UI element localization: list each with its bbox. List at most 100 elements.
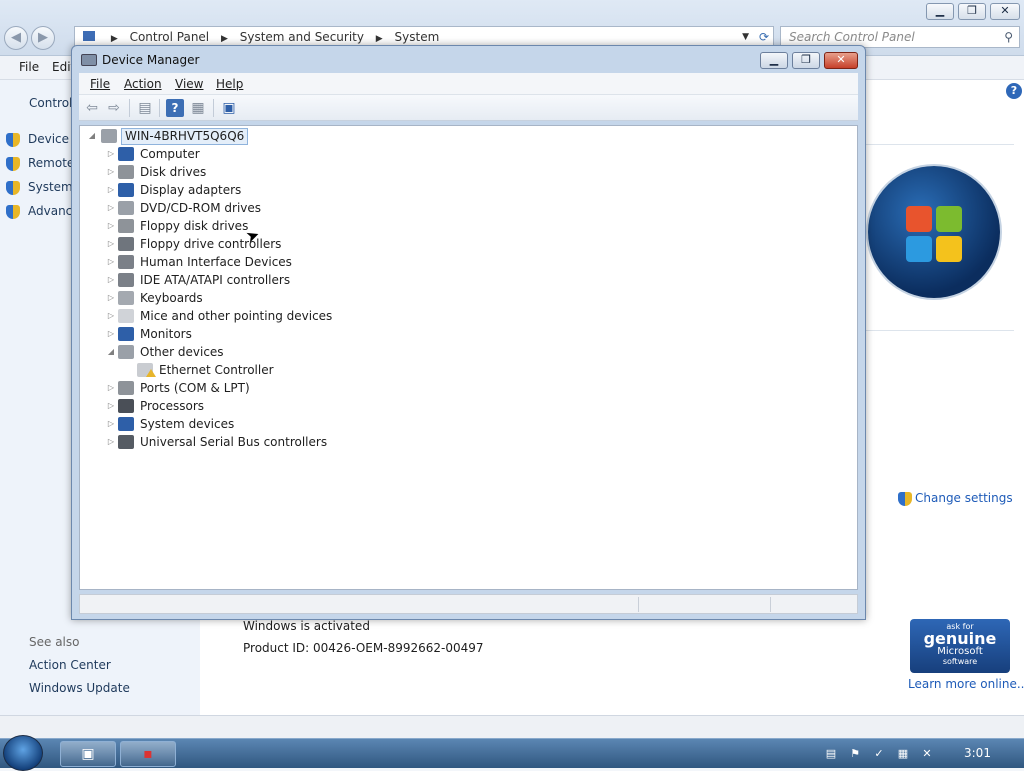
monitor-icon xyxy=(118,327,134,341)
tree-item-label: Mice and other pointing devices xyxy=(140,309,333,323)
system-device-icon xyxy=(118,417,134,431)
learn-more-link[interactable]: Learn more online... xyxy=(908,677,1024,691)
breadcrumb-system-security[interactable]: System and Security xyxy=(240,30,364,44)
tree-category[interactable]: ▷ Monitors xyxy=(106,325,406,343)
properties-icon[interactable]: ▦ xyxy=(189,99,207,117)
minimize-button[interactable]: ▁ xyxy=(926,3,954,20)
minimize-button[interactable]: ▁ xyxy=(760,52,788,69)
tree-category[interactable]: ▷ System devices xyxy=(106,415,406,433)
sidebar-item-advanced[interactable]: Advanc xyxy=(6,204,72,219)
scan-hardware-icon[interactable]: ▣ xyxy=(220,99,238,117)
expand-arrow-icon[interactable]: ▷ xyxy=(106,415,116,433)
hid-icon xyxy=(118,255,134,269)
tree-category[interactable]: ▷ Universal Serial Bus controllers xyxy=(106,433,406,451)
sidebar-header[interactable]: Control xyxy=(29,96,72,110)
tree-item-label: Computer xyxy=(140,147,200,161)
expand-arrow-icon[interactable]: ▷ xyxy=(106,181,116,199)
tree-item-label: Floppy disk drives xyxy=(140,219,249,233)
expand-arrow-icon[interactable]: ▷ xyxy=(106,397,116,415)
expand-arrow-icon[interactable]: ▷ xyxy=(106,307,116,325)
expand-arrow-icon[interactable]: ▷ xyxy=(106,163,116,181)
display-adapter-icon xyxy=(118,183,134,197)
disk-drive-icon xyxy=(118,165,134,179)
show-hide-console-tree-icon[interactable]: ▤ xyxy=(136,99,154,117)
tree-category[interactable]: ▷ Human Interface Devices xyxy=(106,253,406,271)
menu-file[interactable]: File xyxy=(19,60,39,74)
port-icon xyxy=(118,381,134,395)
tree-category[interactable]: ▷ Disk drives xyxy=(106,163,406,181)
floppy-controller-icon xyxy=(118,237,134,251)
change-settings-link[interactable]: Change settings xyxy=(898,491,1013,506)
expand-arrow-icon[interactable]: ▷ xyxy=(106,199,116,217)
back-arrow-icon[interactable]: ⇦ xyxy=(83,99,101,117)
tree-item-label: Monitors xyxy=(140,327,192,341)
shield-check-icon[interactable]: ✓ xyxy=(872,747,886,761)
toolbar-separator xyxy=(159,99,160,117)
tree-root[interactable]: ◢ WIN-4BRHVT5Q6Q6 xyxy=(87,127,249,145)
close-button[interactable]: ✕ xyxy=(990,3,1020,20)
control-panel-icon xyxy=(83,31,95,41)
maximize-button[interactable]: ❐ xyxy=(958,3,986,20)
notes-icon[interactable]: ▤ xyxy=(824,747,838,761)
dropdown-arrow-icon[interactable]: ▼ xyxy=(742,27,749,47)
breadcrumb-control-panel[interactable]: Control Panel xyxy=(130,30,210,44)
clock[interactable]: 3:01 xyxy=(964,746,991,760)
expand-arrow-icon[interactable]: ▷ xyxy=(106,325,116,343)
expand-arrow-icon[interactable]: ▷ xyxy=(106,433,116,451)
help-icon[interactable]: ? xyxy=(1006,83,1022,99)
tree-category[interactable]: ▷ Mice and other pointing devices xyxy=(106,307,406,325)
expand-arrow-icon[interactable]: ▷ xyxy=(106,271,116,289)
expand-arrow-icon[interactable]: ▷ xyxy=(106,217,116,235)
forward-arrow-icon[interactable]: ⇨ xyxy=(105,99,123,117)
expand-arrow-icon[interactable]: ▷ xyxy=(106,235,116,253)
breadcrumb-system[interactable]: System xyxy=(395,30,440,44)
floppy-disk-icon xyxy=(118,219,134,233)
see-also-action-center[interactable]: Action Center xyxy=(29,658,111,672)
expand-arrow-icon[interactable]: ▷ xyxy=(106,289,116,307)
logo-blue-pane xyxy=(906,236,932,262)
tree-item-label: Disk drives xyxy=(140,165,207,179)
back-button[interactable]: ◀ xyxy=(4,26,28,50)
menu-action[interactable]: Action xyxy=(124,77,162,91)
sidebar-item-system[interactable]: System xyxy=(6,180,73,195)
help-icon[interactable]: ? xyxy=(166,99,184,117)
search-icon[interactable]: ⚲ xyxy=(1004,27,1013,47)
maximize-button[interactable]: ❐ xyxy=(792,52,820,69)
menu-help[interactable]: Help xyxy=(216,77,243,91)
expand-arrow-icon[interactable]: ▷ xyxy=(106,145,116,163)
tree-category[interactable]: ▷ Processors xyxy=(106,397,406,415)
taskbar-device-manager[interactable]: ▪ xyxy=(120,741,176,767)
sidebar-item-remote[interactable]: Remote xyxy=(6,156,74,171)
expand-arrow-icon[interactable]: ▷ xyxy=(106,379,116,397)
menu-file[interactable]: File xyxy=(90,77,110,91)
see-also-windows-update[interactable]: Windows Update xyxy=(29,681,130,695)
taskbar-control-panel[interactable]: ▣ xyxy=(60,741,116,767)
tree-category[interactable]: ▷ Computer xyxy=(106,145,406,163)
badge-line: Microsoft xyxy=(937,646,983,657)
genuine-microsoft-badge[interactable]: ask for genuine Microsoft software xyxy=(910,619,1010,673)
refresh-icon[interactable]: ⟳ xyxy=(759,27,769,47)
network-icon[interactable]: ▦ xyxy=(896,747,910,761)
window-title: Device Manager xyxy=(102,53,200,67)
close-button[interactable]: ✕ xyxy=(824,52,858,69)
start-button[interactable] xyxy=(3,735,43,771)
sidebar-item-label: System xyxy=(28,180,73,194)
device-manager-menubar: File Action View Help xyxy=(79,73,858,95)
tree-category[interactable]: ▷ DVD/CD-ROM drives xyxy=(106,199,406,217)
tree-category[interactable]: ▷ Keyboards xyxy=(106,289,406,307)
tree-category[interactable]: ◢ Other devices xyxy=(106,343,406,361)
tree-category[interactable]: ▷ IDE ATA/ATAPI controllers xyxy=(106,271,406,289)
collapse-arrow-icon[interactable]: ◢ xyxy=(106,343,116,361)
volume-muted-icon[interactable]: ✕ xyxy=(920,747,934,761)
device-manager-window: Device Manager ▁ ❐ ✕ File Action View He… xyxy=(71,45,866,620)
action-center-flag-icon[interactable]: ⚑ xyxy=(848,747,862,761)
shield-icon xyxy=(6,132,20,147)
expand-arrow-icon[interactable]: ▷ xyxy=(106,253,116,271)
collapse-arrow-icon[interactable]: ◢ xyxy=(87,127,97,145)
tree-category[interactable]: ▷ Display adapters xyxy=(106,181,406,199)
forward-button[interactable]: ▶ xyxy=(31,26,55,50)
menu-view[interactable]: View xyxy=(175,77,203,91)
unknown-device-icon xyxy=(118,345,134,359)
tree-child-item[interactable]: Ethernet Controller xyxy=(125,361,425,379)
tree-category[interactable]: ▷ Ports (COM & LPT) xyxy=(106,379,406,397)
